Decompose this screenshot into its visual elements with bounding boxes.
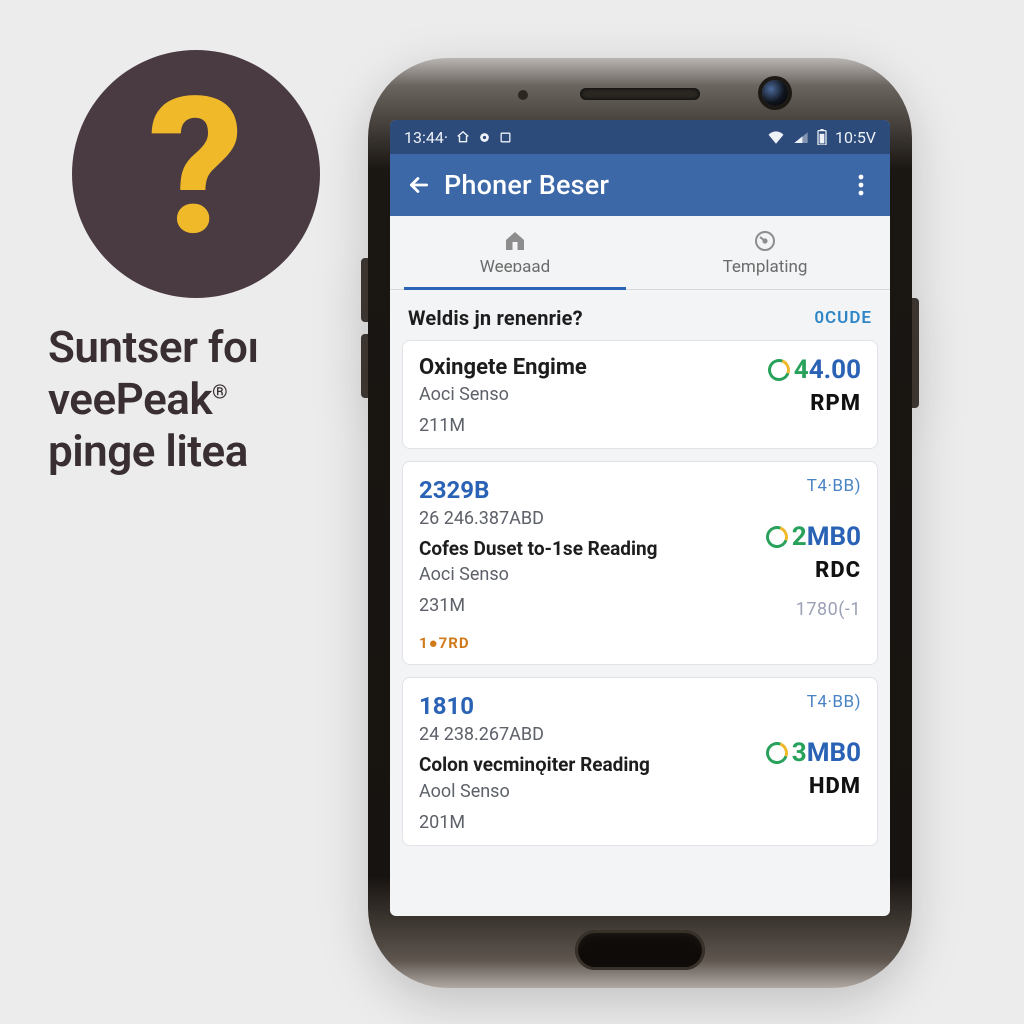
card-faint-value: 1780(-1 — [796, 599, 861, 620]
section-action-link[interactable]: 0CUDE — [814, 308, 872, 328]
card-title: Oxingete Engime — [419, 355, 587, 380]
circle-icon — [478, 131, 491, 144]
card-left: Oxingete Engime Aoci Senso 211M — [419, 355, 587, 436]
gauge-icon — [753, 229, 777, 253]
tab-label: Templating — [723, 257, 808, 277]
value-lead: 4 — [794, 355, 809, 385]
power-button — [912, 298, 919, 408]
tab-templating[interactable]: Templating — [640, 216, 890, 289]
front-camera — [762, 80, 788, 106]
card-detail: 231M — [419, 595, 658, 616]
value-lead: 2 — [792, 522, 807, 552]
tab-label: Weeɒaad — [480, 257, 550, 277]
card-right: 44.00 RPM — [768, 355, 861, 436]
app-title: Phoner Beser — [444, 169, 846, 201]
card-value: 2MB0 — [766, 522, 861, 552]
section-header: Weldis jn renenrie? 0CUDE — [390, 290, 890, 340]
tab-bar: Weeɒaad Templating — [390, 216, 890, 290]
card-reading-title: Colon vecminǫiter Reading — [419, 753, 650, 777]
promo-block: ? Suntser foı veePeak® pinge litea — [48, 50, 368, 478]
card-left: 2329B 26 246.387ABD Cofes Duset to-1se R… — [419, 476, 658, 652]
card-code: 2329B — [419, 476, 658, 504]
square-icon — [499, 131, 512, 144]
card-badge: T4·BB) — [807, 476, 861, 496]
card-unit: RDC — [815, 558, 861, 583]
status-bar: 13:44· — [390, 120, 890, 154]
card-unit: HDM — [809, 774, 861, 799]
card-right: T4·BB) 2MB0 RDC 1780(-1 — [766, 476, 861, 652]
app-bar: Phoner Beser — [390, 154, 890, 216]
reading-card[interactable]: 2329B 26 246.387ABD Cofes Duset to-1se R… — [402, 461, 878, 665]
home-button[interactable] — [575, 930, 705, 970]
promo-brand: veePeak — [48, 373, 212, 425]
status-time-right: 10:5V — [835, 128, 876, 147]
earpiece-speaker — [580, 88, 700, 100]
volume-down-button — [361, 334, 368, 398]
card-subtitle: 26 246.387ABD — [419, 508, 658, 529]
question-mark-icon: ? — [148, 73, 244, 263]
card-code: 1810 — [419, 692, 650, 720]
reading-card[interactable]: Oxingete Engime Aoci Senso 211M 44.00 RP… — [402, 340, 878, 449]
promo-line-1: Suntser foı — [48, 322, 368, 374]
card-unit: RPM — [810, 391, 861, 416]
card-subtitle: Aoci Senso — [419, 384, 587, 405]
card-badge: T4·BB) — [807, 692, 861, 712]
promo-question-circle: ? — [72, 50, 320, 298]
card-value: 44.00 — [768, 355, 861, 385]
card-detail: 211M — [419, 415, 587, 436]
promo-line-2: veePeak® — [48, 374, 368, 426]
card-reading-title: Cofes Duset to-1se Reading — [419, 537, 658, 560]
proximity-sensor — [518, 90, 528, 100]
value-rest: 4.00 — [809, 355, 861, 385]
status-right: 10:5V — [767, 128, 876, 147]
more-menu-button[interactable] — [846, 173, 876, 197]
promo-line-3: pinge litea — [48, 426, 368, 478]
phone-device: 13:44· — [368, 58, 912, 988]
status-left: 13:44· — [404, 128, 512, 147]
card-left: 1810 24 238.267ABD Colon vecminǫiter Rea… — [419, 692, 650, 833]
arrow-left-icon — [406, 172, 432, 198]
promo-text: Suntser foı veePeak® pinge litea — [48, 322, 368, 478]
gauge-ring-icon — [764, 355, 793, 384]
gauge-ring-icon — [762, 738, 791, 767]
home-pill-icon — [456, 130, 470, 144]
house-icon — [502, 229, 528, 253]
signal-icon — [793, 130, 809, 144]
card-sensor: Aool Senso — [419, 781, 650, 802]
card-sensor: Aoci Senso — [419, 564, 658, 585]
value-rest: MB0 — [807, 522, 861, 552]
tab-home[interactable]: Weeɒaad — [390, 216, 640, 289]
back-button[interactable] — [400, 172, 438, 198]
battery-icon — [817, 129, 827, 145]
section-question: Weldis jn renenrie? — [408, 306, 583, 330]
wifi-icon — [767, 130, 785, 144]
card-right: T4·BB) 3MB0 HDM — [766, 692, 861, 833]
more-vert-icon — [858, 173, 864, 197]
card-detail: 201M — [419, 812, 650, 833]
phone-screen: 13:44· — [390, 120, 890, 916]
card-value: 3MB0 — [766, 738, 861, 768]
registered-icon: ® — [212, 380, 227, 403]
card-list: Oxingete Engime Aoci Senso 211M 44.00 RP… — [390, 340, 890, 846]
value-rest: MB0 — [807, 738, 861, 768]
value-lead: 3 — [792, 738, 807, 768]
gauge-ring-icon — [762, 522, 791, 551]
status-time-left: 13:44· — [404, 128, 448, 147]
card-subtitle: 24 238.267ABD — [419, 724, 650, 745]
card-tag: 1●7RD — [419, 634, 658, 652]
volume-up-button — [361, 258, 368, 322]
reading-card[interactable]: 1810 24 238.267ABD Colon vecminǫiter Rea… — [402, 677, 878, 846]
